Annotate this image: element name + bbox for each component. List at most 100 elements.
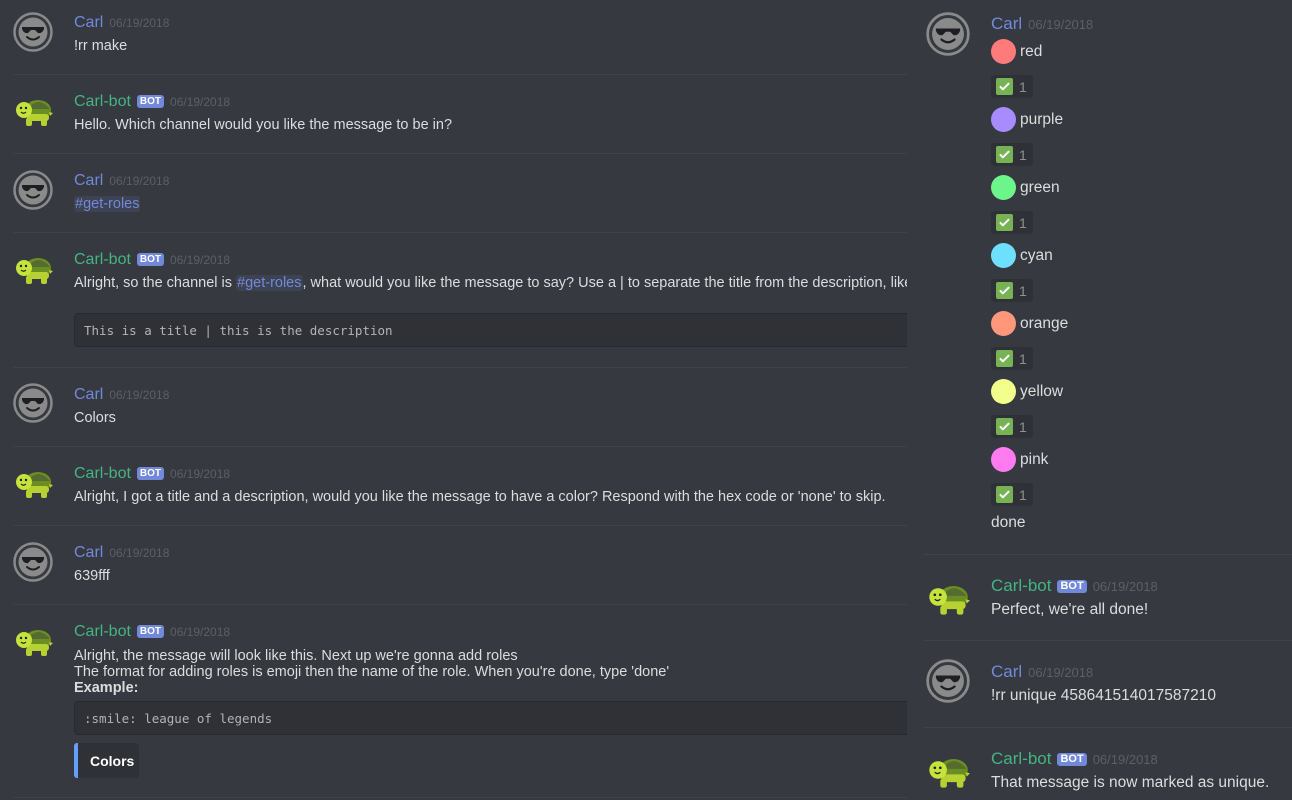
role-name: pink [1020, 450, 1049, 468]
username[interactable]: Carl [991, 662, 1022, 682]
message-text: #get-roles [74, 194, 141, 214]
username[interactable]: Carl-bot [74, 623, 131, 641]
reaction-button[interactable]: 1 [991, 211, 1033, 234]
message-text: Hello. Which channel would you like the … [74, 117, 453, 133]
username[interactable]: Carl-bot [991, 749, 1051, 769]
timestamp: 06/19/2018 [109, 388, 170, 402]
username[interactable]: Carl [991, 14, 1022, 34]
message-header: Carl-bot BOT 06/19/2018 [991, 749, 1158, 769]
message-header: Carl 06/19/2018 [74, 386, 169, 404]
timestamp: 06/19/2018 [1028, 665, 1094, 680]
reaction-count: 1 [1019, 486, 1027, 503]
message-item: Carl-bot BOT 06/19/2018 Alright, so the … [0, 233, 907, 368]
message-header: Carl-bot BOT 06/19/2018 [991, 576, 1158, 596]
username[interactable]: Carl [74, 172, 103, 190]
timestamp: 06/19/2018 [1092, 752, 1158, 767]
color-circle-icon [991, 107, 1016, 132]
code-block: This is a title | this is the descriptio… [74, 313, 907, 347]
turtle-avatar-icon[interactable] [13, 248, 53, 288]
user-avatar-icon[interactable] [13, 12, 53, 52]
message-item: Carl 06/19/2018 !rr unique 4586415140175… [923, 641, 1292, 728]
reaction-button[interactable]: 1 [991, 347, 1033, 370]
user-avatar-icon[interactable] [13, 383, 53, 423]
message-header: Carl-bot BOT 06/19/2018 [74, 93, 230, 111]
message-item: Carl 06/19/2018 red 1 purple 1 green 1 cyan 1 or… [923, 0, 1292, 555]
bot-badge: BOT [136, 253, 165, 266]
role-name: orange [1020, 314, 1069, 332]
role-name: cyan [1020, 246, 1053, 264]
message-text: Colors [74, 410, 116, 426]
color-circle-icon [991, 39, 1016, 64]
message-item: Carl 06/19/2018 639fff [0, 526, 907, 605]
check-mark-icon [996, 214, 1013, 231]
color-circle-icon [991, 243, 1016, 268]
message-divider [14, 797, 907, 798]
username[interactable]: Carl-bot [991, 576, 1051, 596]
turtle-avatar-icon[interactable] [926, 575, 970, 619]
reaction-count: 1 [1019, 214, 1027, 231]
role-name: red [1020, 42, 1043, 60]
timestamp: 06/19/2018 [109, 546, 170, 560]
message-item: Carl 06/19/2018 Colors [0, 368, 907, 447]
reaction-count: 1 [1019, 350, 1027, 367]
message-bold-label: Example: [74, 680, 139, 696]
username[interactable]: Carl-bot [74, 251, 131, 269]
message-header: Carl-bot BOT 06/19/2018 [74, 623, 230, 641]
check-mark-icon [996, 486, 1013, 503]
bot-badge: BOT [136, 625, 165, 638]
username[interactable]: Carl [74, 544, 103, 562]
bot-badge: BOT [136, 95, 165, 108]
user-avatar-icon[interactable] [13, 170, 53, 210]
user-avatar-icon[interactable] [13, 542, 53, 582]
role-line: pink [991, 447, 1048, 472]
code-block: :smile: league of legends [74, 701, 907, 735]
reaction-count: 1 [1019, 418, 1027, 435]
chat-panel-left: Carl 06/19/2018 !rr make Carl-bot BOT 06… [0, 0, 907, 800]
channel-mention[interactable]: #get-roles [236, 275, 303, 291]
turtle-avatar-icon[interactable] [926, 748, 970, 792]
username[interactable]: Carl [74, 386, 103, 404]
text-segment: , what would you like the message to say… [302, 275, 908, 291]
message-item: Carl 06/19/2018 !rr make [0, 0, 907, 75]
username[interactable]: Carl-bot [74, 93, 131, 111]
username[interactable]: Carl-bot [74, 465, 131, 483]
message-item: Carl-bot BOT 06/19/2018 Perfect, we're a… [923, 555, 1292, 641]
message-header: Carl 06/19/2018 [74, 14, 169, 32]
timestamp: 06/19/2018 [170, 625, 231, 639]
role-name: purple [1020, 110, 1064, 128]
user-avatar-icon[interactable] [926, 12, 970, 56]
turtle-avatar-icon[interactable] [13, 462, 53, 502]
message-item: Carl-bot BOT 06/19/2018 Alright, the mes… [0, 605, 907, 800]
role-name: green [1020, 178, 1060, 196]
turtle-avatar-icon[interactable] [13, 620, 53, 660]
check-mark-icon [996, 350, 1013, 367]
role-line: yellow [991, 379, 1063, 404]
user-avatar-icon[interactable] [926, 659, 970, 703]
role-name: yellow [1020, 382, 1064, 400]
reaction-count: 1 [1019, 282, 1027, 299]
check-mark-icon [996, 78, 1013, 95]
bot-badge: BOT [1057, 753, 1087, 766]
reaction-count: 1 [1019, 146, 1027, 163]
message-item: Carl-bot BOT 06/19/2018 Hello. Which cha… [0, 75, 907, 154]
timestamp: 06/19/2018 [170, 253, 231, 267]
channel-mention[interactable]: #get-roles [74, 196, 141, 212]
reaction-button[interactable]: 1 [991, 75, 1033, 98]
reaction-button[interactable]: 1 [991, 415, 1033, 438]
check-mark-icon [996, 418, 1013, 435]
message-header: Carl 06/19/2018 [991, 14, 1093, 34]
turtle-avatar-icon[interactable] [13, 90, 53, 130]
reaction-count: 1 [1019, 78, 1027, 95]
message-header: Carl-bot BOT 06/19/2018 [74, 465, 230, 483]
message-text: Alright, so the channel is #get-roles, w… [74, 273, 907, 293]
message-text: done [991, 514, 1026, 531]
reaction-button[interactable]: 1 [991, 143, 1033, 166]
reaction-button[interactable]: 1 [991, 279, 1033, 302]
bot-badge: BOT [1057, 580, 1087, 593]
chat-panel-right: Carl 06/19/2018 red 1 purple 1 green 1 cyan 1 or… [923, 0, 1292, 800]
timestamp: 06/19/2018 [1028, 17, 1094, 32]
color-circle-icon [991, 175, 1016, 200]
reaction-button[interactable]: 1 [991, 483, 1033, 506]
timestamp: 06/19/2018 [109, 16, 170, 30]
username[interactable]: Carl [74, 14, 103, 32]
